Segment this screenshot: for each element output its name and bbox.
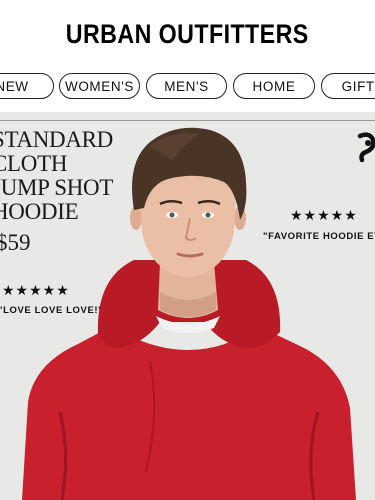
nav-item-gifts[interactable]: GIFTS <box>321 73 375 99</box>
category-nav: NEW WOMEN'S MEN'S HOME GIFTS <box>0 73 375 103</box>
hero-banner[interactable]: STANDARD CLOTH JUMP SHOT HOODIE $59 ★★★★… <box>0 112 375 500</box>
site-header: URBAN OUTFITTERS <box>0 0 375 68</box>
nav-item-new[interactable]: NEW <box>0 73 54 99</box>
nav-item-womens[interactable]: WOMEN'S <box>59 73 140 99</box>
nav-item-home[interactable]: HOME <box>233 73 315 99</box>
nav-item-mens[interactable]: MEN'S <box>146 73 227 99</box>
brand-logo[interactable]: URBAN OUTFITTERS <box>66 19 309 50</box>
model-photo <box>22 127 356 500</box>
